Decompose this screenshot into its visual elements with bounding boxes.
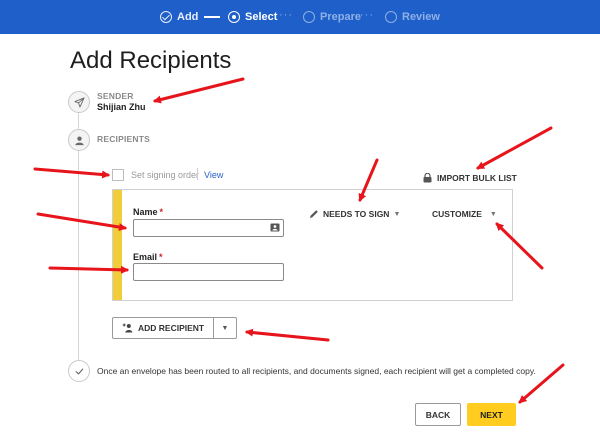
page-title: Add Recipients (70, 47, 232, 74)
step-separator-dots: ··· (279, 9, 293, 21)
check-circle-icon (160, 11, 172, 23)
step-select[interactable]: Select (228, 0, 277, 34)
step-prepare-label: Prepare (320, 11, 361, 23)
recipient-card: Name * Email * NEEDS TO SIGN ▼ CUSTOMIZE ▼ (112, 189, 513, 301)
empty-circle-icon (303, 11, 315, 23)
annotation-arrow (245, 328, 330, 342)
add-recipient-button[interactable]: ADD RECIPIENT (112, 317, 213, 339)
dot-circle-icon (228, 11, 240, 23)
step-add[interactable]: Add (160, 0, 198, 34)
check-icon (75, 368, 83, 374)
chevron-down-icon: ▼ (489, 210, 497, 218)
step-select-label: Select (245, 11, 278, 23)
email-label-text: Email (133, 252, 158, 262)
empty-circle-icon (385, 11, 397, 23)
signing-order-checkbox[interactable] (112, 169, 124, 181)
email-field-label: Email * (133, 252, 163, 262)
name-field-label: Name * (133, 207, 163, 217)
step-add-label: Add (177, 11, 199, 23)
step-separator-line (204, 16, 220, 18)
required-marker: * (159, 252, 163, 262)
step-review-label: Review (402, 11, 440, 23)
customize-dropdown[interactable]: CUSTOMIZE ▼ (432, 209, 497, 219)
add-person-icon (122, 323, 133, 333)
recipient-card-accent (113, 190, 122, 300)
annotation-arrow (153, 77, 245, 104)
annotation-arrow (33, 167, 110, 179)
recipients-label: RECIPIENTS (97, 134, 151, 144)
chevron-down-icon: ▼ (221, 324, 229, 332)
customize-label: CUSTOMIZE (432, 209, 482, 219)
email-input[interactable] (133, 263, 284, 281)
add-recipient-label: ADD RECIPIENT (138, 323, 205, 333)
step-prepare: Prepare (303, 0, 361, 34)
sender-name: Shijian Zhu (97, 102, 146, 112)
recipients-step-circle (68, 129, 90, 151)
paper-plane-icon (73, 96, 85, 108)
lock-icon (423, 173, 432, 183)
view-link[interactable]: View (204, 170, 223, 180)
required-marker: * (159, 207, 164, 217)
step-separator-dots: ··· (360, 9, 374, 21)
import-bulk-list-label: IMPORT BULK LIST (437, 173, 517, 183)
contact-card-icon[interactable] (270, 223, 280, 232)
stepper-bar: Add Select ··· Prepare ··· Review (0, 0, 600, 34)
completion-note: Once an envelope has been routed to all … (97, 366, 536, 376)
signing-order-label: Set signing order (131, 170, 200, 180)
needs-to-sign-dropdown[interactable]: NEEDS TO SIGN ▼ (309, 209, 400, 219)
completion-step-circle (68, 360, 90, 382)
add-recipient-options-button[interactable]: ▼ (213, 317, 237, 339)
signing-order-divider (197, 168, 198, 180)
sender-step-circle (68, 91, 90, 113)
next-button[interactable]: NEXT (467, 403, 516, 426)
person-icon (74, 135, 84, 145)
step-review: Review (385, 0, 440, 34)
sender-label: SENDER (97, 91, 134, 101)
chevron-down-icon: ▼ (393, 210, 401, 218)
annotation-arrow (476, 126, 553, 170)
pen-icon (310, 210, 318, 218)
needs-to-sign-label: NEEDS TO SIGN (323, 209, 390, 219)
import-bulk-list-button[interactable]: IMPORT BULK LIST (423, 173, 517, 183)
name-input[interactable] (133, 219, 284, 237)
back-button[interactable]: BACK (415, 403, 461, 426)
name-label-text: Name (133, 207, 158, 217)
